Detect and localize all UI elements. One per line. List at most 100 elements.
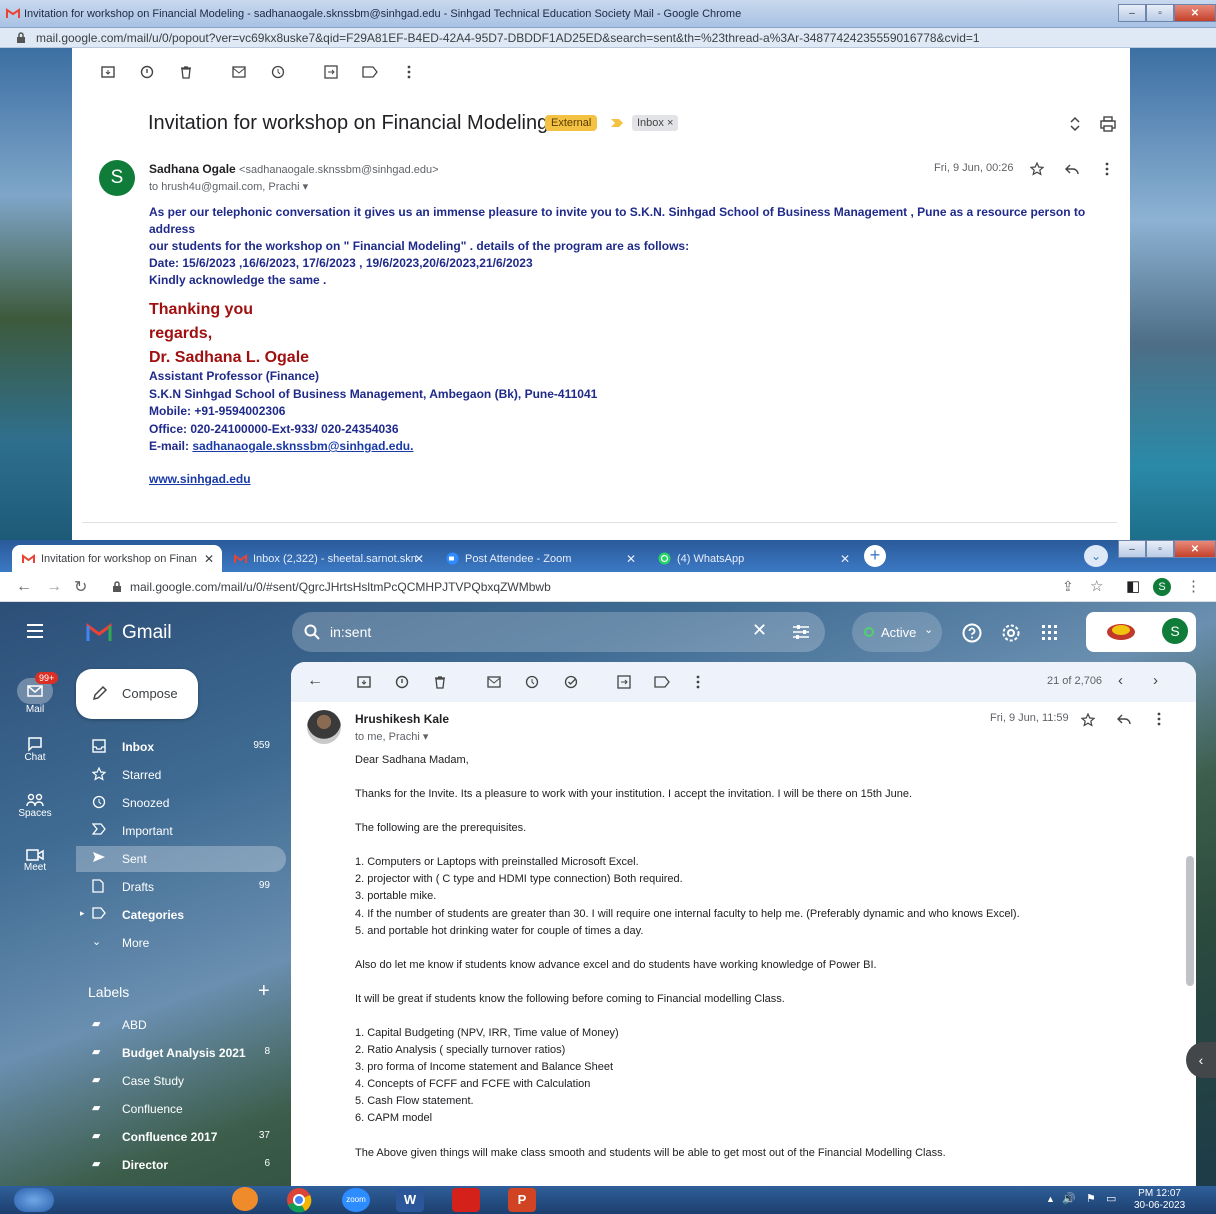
volume-icon[interactable]: 🔊 (1062, 1192, 1076, 1205)
tray-overflow-icon[interactable]: ▲ (1046, 1194, 1055, 1204)
more-vert-icon[interactable] (696, 675, 700, 689)
bookmark-star-icon[interactable]: ☆ (1090, 577, 1103, 595)
share-icon[interactable]: ⇪ (1062, 578, 1074, 595)
delete-icon[interactable] (166, 64, 205, 80)
newer-icon[interactable]: ‹ (1118, 672, 1123, 689)
chrome-menu-icon[interactable]: ⋮ (1186, 577, 1201, 595)
label-icon[interactable] (350, 64, 389, 80)
lock-icon[interactable] (112, 581, 122, 593)
mark-unread-icon[interactable] (219, 64, 258, 80)
action-center-flag-icon[interactable]: ⚑ (1086, 1192, 1096, 1205)
archive-icon[interactable] (357, 675, 371, 689)
close-window-button[interactable]: ✕ (1174, 540, 1216, 558)
maximize-button[interactable]: ▫ (1146, 4, 1174, 22)
account-avatar[interactable]: S (1162, 618, 1188, 644)
chevron-down-icon[interactable]: ▾ (423, 731, 429, 743)
forward-icon[interactable]: → (46, 578, 62, 596)
search-options-icon[interactable] (792, 624, 810, 640)
delete-icon[interactable] (433, 675, 447, 689)
recipients-line[interactable]: to me, Prachi ▾ (355, 730, 428, 743)
sender-avatar[interactable]: S (99, 160, 135, 196)
nav-item-sent[interactable]: Sent (76, 846, 286, 872)
powerpoint-taskbar-icon[interactable]: P (508, 1188, 536, 1212)
rail-mail[interactable]: 99+ Mail (10, 672, 60, 715)
network-icon[interactable]: ▭ (1106, 1192, 1116, 1205)
nav-item-inbox[interactable]: Inbox 959 (76, 734, 286, 760)
reply-icon[interactable] (1065, 164, 1079, 176)
apps-grid-icon[interactable] (1042, 625, 1057, 640)
label-icon[interactable] (654, 676, 670, 688)
add-to-tasks-icon[interactable] (564, 675, 580, 689)
address-bar[interactable]: mail.google.com/mail/u/0/#sent/QgrcJHrts… (130, 580, 551, 594)
rail-chat[interactable]: Chat (10, 736, 60, 763)
main-menu-icon[interactable] (26, 624, 44, 638)
reply-icon[interactable] (1117, 714, 1131, 726)
minimize-button[interactable]: – (1118, 540, 1146, 558)
side-panel-toggle[interactable]: ‹ (1186, 1042, 1216, 1078)
recipients-line[interactable]: to hrush4u@gmail.com, Prachi ▾ (149, 180, 308, 193)
close-tab-icon[interactable]: ✕ (204, 552, 214, 566)
print-icon[interactable] (1100, 116, 1116, 132)
expand-arrow-icon[interactable]: ▸ (80, 908, 85, 919)
label-item[interactable]: ▰ Budget Analysis 2021 8 (76, 1040, 286, 1066)
move-to-icon[interactable] (617, 675, 631, 689)
add-label-icon[interactable]: + (258, 980, 270, 1003)
rail-spaces[interactable]: Spaces (10, 792, 60, 819)
tab-invitation[interactable]: Invitation for workshop on Finan ✕ (12, 545, 222, 572)
mark-unread-icon[interactable] (487, 676, 501, 688)
help-icon[interactable] (962, 623, 982, 643)
sender-name[interactable]: Hrushikesh Kale (355, 712, 449, 726)
start-button[interactable] (14, 1188, 54, 1212)
back-to-list-icon[interactable]: ← (307, 672, 323, 690)
zoom-taskbar-icon[interactable]: zoom (342, 1188, 370, 1212)
profile-avatar[interactable]: S (1153, 578, 1171, 596)
search-input[interactable]: in:sent (330, 624, 371, 640)
move-to-icon[interactable] (311, 64, 350, 80)
nav-item-important[interactable]: Important (76, 818, 286, 844)
report-spam-icon[interactable] (127, 64, 166, 80)
nav-item-categories[interactable]: ▸ Categories (76, 902, 286, 928)
nav-item-starred[interactable]: Starred (76, 762, 286, 788)
expand-collapse-icon[interactable] (1070, 116, 1080, 132)
sender-avatar[interactable] (307, 710, 341, 744)
older-icon[interactable]: › (1153, 672, 1158, 689)
gmail-logo-icon[interactable] (86, 622, 112, 642)
popout-address-bar[interactable]: mail.google.com/mail/u/0/popout?ver=vc69… (0, 28, 1216, 48)
close-window-button[interactable]: ✕ (1174, 4, 1216, 22)
compose-button[interactable]: Compose (76, 669, 198, 719)
label-item[interactable]: ▰ ABD (76, 1012, 286, 1038)
label-item[interactable]: ▰ Case Study (76, 1068, 286, 1094)
tab-inbox[interactable]: Inbox (2,322) - sheetal.sarnot.skn ✕ (224, 545, 432, 572)
close-tab-icon[interactable]: ✕ (840, 552, 850, 566)
snooze-icon[interactable] (258, 64, 297, 80)
star-icon[interactable] (1081, 713, 1095, 727)
settings-gear-icon[interactable] (1001, 623, 1021, 643)
sender-name[interactable]: Sadhana Ogale (149, 162, 236, 176)
status-dropdown[interactable]: Active ⌄ (852, 612, 942, 652)
tab-zoom[interactable]: Post Attendee - Zoom ✕ (436, 545, 644, 572)
system-clock[interactable]: PM 12:07 30-06-2023 (1134, 1188, 1185, 1212)
new-tab-button[interactable]: + (864, 545, 886, 567)
report-spam-icon[interactable] (395, 675, 409, 689)
inbox-label-chip[interactable]: Inbox × (632, 115, 679, 131)
label-item[interactable]: ▰ Confluence 2017 37 (76, 1124, 286, 1150)
message-scrollbar[interactable] (1186, 856, 1194, 986)
snooze-icon[interactable] (525, 675, 539, 689)
star-icon[interactable] (1030, 162, 1044, 176)
chevron-down-icon[interactable]: ▾ (303, 181, 309, 193)
label-item[interactable]: ▰ Confluence (76, 1096, 286, 1122)
reload-icon[interactable]: ↻ (74, 577, 87, 597)
back-icon[interactable]: ← (16, 578, 32, 596)
maximize-button[interactable]: ▫ (1146, 540, 1174, 558)
firefox-taskbar-icon[interactable] (232, 1187, 258, 1211)
label-item[interactable]: ▰ Director 6 (76, 1152, 286, 1178)
close-tab-icon[interactable]: ✕ (414, 552, 424, 566)
word-taskbar-icon[interactable]: W (396, 1188, 424, 1212)
nav-item-drafts[interactable]: Drafts 99 (76, 874, 286, 900)
close-tab-icon[interactable]: ✕ (626, 552, 636, 566)
nav-item-more[interactable]: ⌄ More (76, 930, 286, 956)
search-bar[interactable]: in:sent ✕ (292, 612, 825, 652)
rail-meet[interactable]: Meet (10, 848, 60, 873)
signature-email-link[interactable]: sadhanaogale.sknssbm@sinhgad.edu. (192, 439, 413, 453)
more-vert-icon[interactable] (389, 64, 428, 80)
